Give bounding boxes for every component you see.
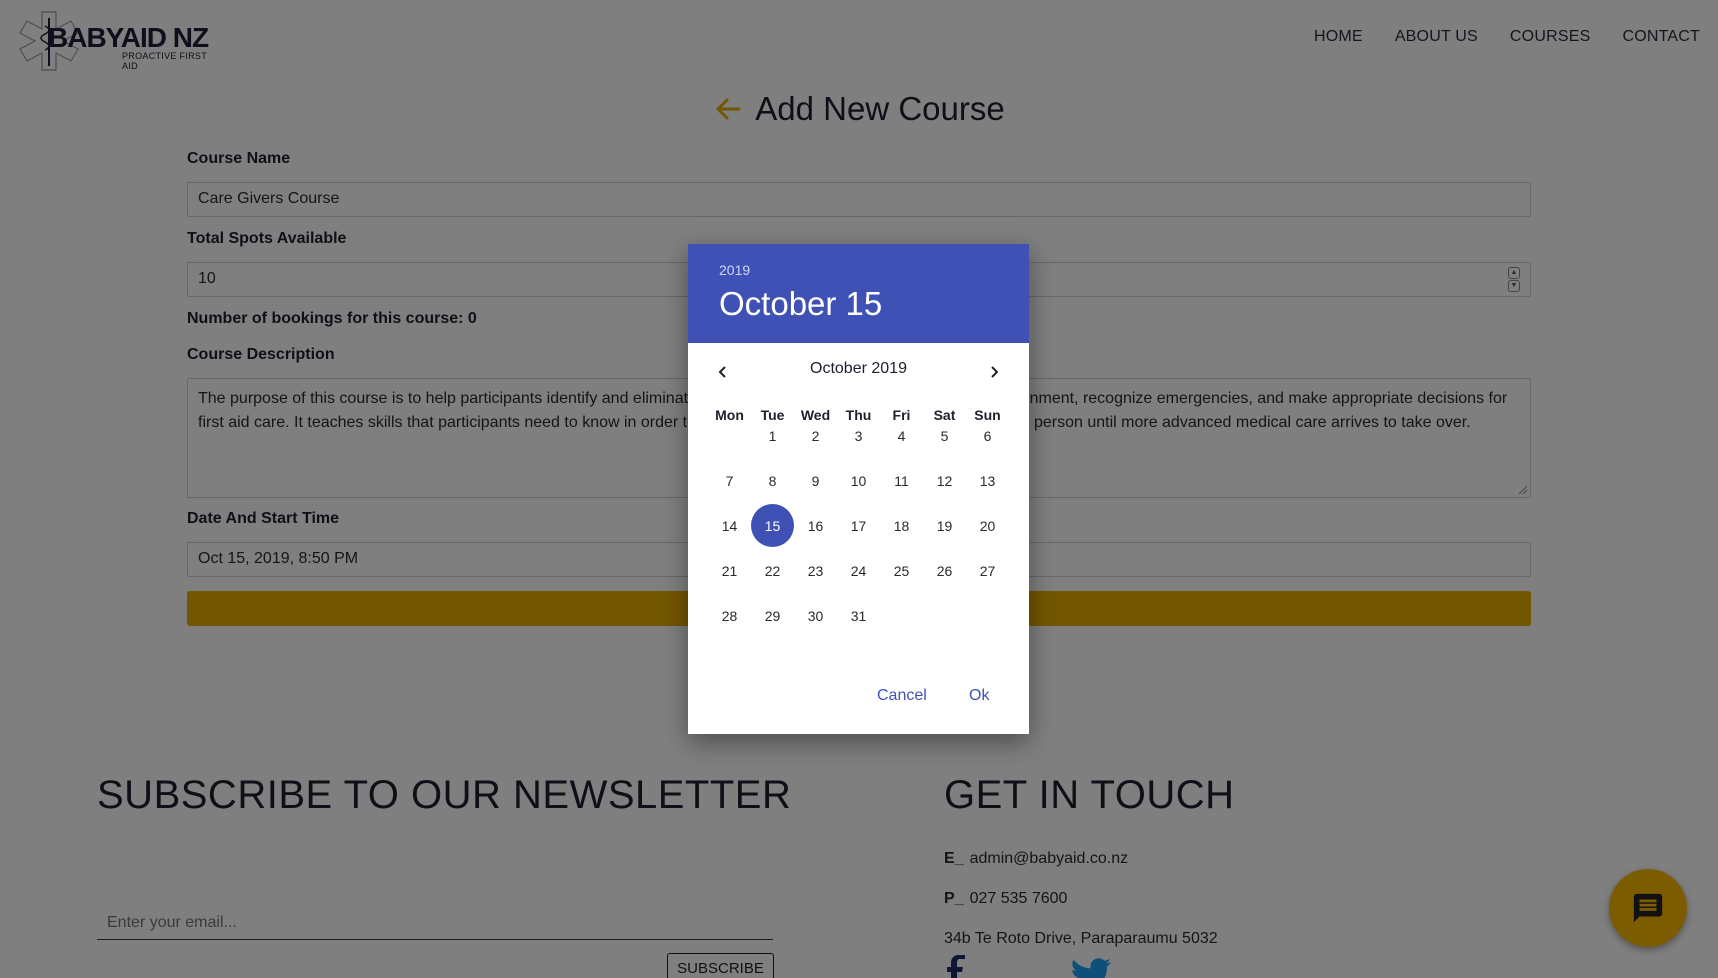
calendar-day[interactable]: 8 — [751, 459, 794, 502]
calendar-day[interactable]: 2 — [794, 414, 837, 457]
calendar-day[interactable]: 17 — [837, 504, 880, 547]
ok-button[interactable]: Ok — [969, 687, 989, 705]
calendar-day[interactable]: 5 — [923, 414, 966, 457]
calendar-day[interactable]: 7 — [708, 459, 751, 502]
calendar-day[interactable]: 25 — [880, 549, 923, 592]
calendar-day[interactable]: 14 — [708, 504, 751, 547]
calendar-day[interactable]: 13 — [966, 459, 1009, 502]
calendar-day[interactable]: 16 — [794, 504, 837, 547]
calendar-day[interactable]: 27 — [966, 549, 1009, 592]
calendar-day[interactable]: 21 — [708, 549, 751, 592]
calendar-day[interactable]: 29 — [751, 594, 794, 637]
selected-year[interactable]: 2019 — [719, 262, 750, 278]
calendar-day[interactable]: 31 — [837, 594, 880, 637]
calendar-day[interactable]: 10 — [837, 459, 880, 502]
calendar-day[interactable]: 11 — [880, 459, 923, 502]
chevron-right-icon — [991, 366, 999, 378]
calendar-day[interactable]: 20 — [966, 504, 1009, 547]
calendar-day[interactable]: 18 — [880, 504, 923, 547]
calendar-month-label: October 2019 — [810, 360, 907, 377]
date-picker-header: 2019 October 15 — [688, 244, 1029, 343]
weekday-header: Mon — [715, 407, 744, 423]
calendar-day[interactable]: 26 — [923, 549, 966, 592]
selected-date-label: October 15 — [719, 285, 883, 322]
calendar-day[interactable]: 22 — [751, 549, 794, 592]
calendar-day-selected[interactable]: 15 — [751, 504, 794, 547]
calendar-day[interactable]: 30 — [794, 594, 837, 637]
date-picker-dialog: 2019 October 15 October 2019 Mon Tue Wed… — [688, 244, 1029, 734]
calendar-day[interactable]: 24 — [837, 549, 880, 592]
next-month-button[interactable] — [979, 357, 1009, 387]
calendar-day[interactable]: 12 — [923, 459, 966, 502]
calendar-day[interactable]: 9 — [794, 459, 837, 502]
calendar-day[interactable]: 28 — [708, 594, 751, 637]
calendar-day[interactable]: 4 — [880, 414, 923, 457]
calendar-day[interactable]: 19 — [923, 504, 966, 547]
calendar-day[interactable]: 3 — [837, 414, 880, 457]
calendar-day[interactable]: 6 — [966, 414, 1009, 457]
cancel-button[interactable]: Cancel — [877, 687, 927, 705]
calendar-day[interactable]: 1 — [751, 414, 794, 457]
calendar-day[interactable]: 23 — [794, 549, 837, 592]
